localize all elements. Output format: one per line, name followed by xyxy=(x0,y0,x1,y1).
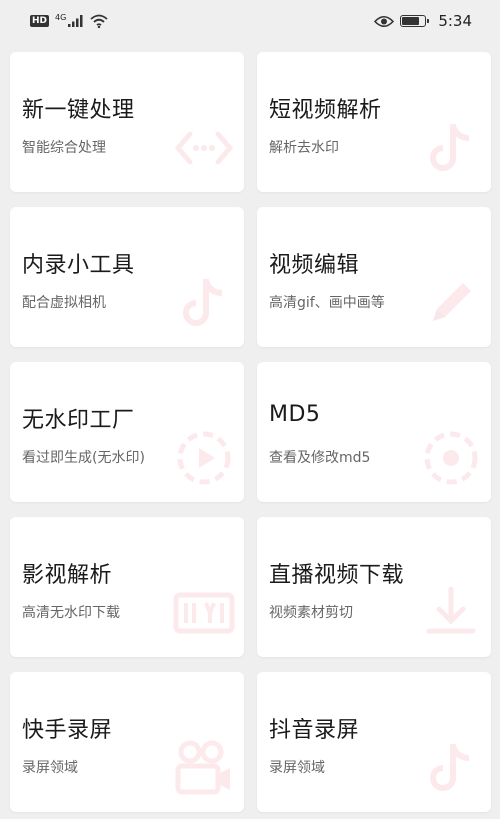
card-film-parse[interactable]: 影视解析 高清无水印下载 xyxy=(10,517,244,657)
card-subtitle: 解析去水印 xyxy=(269,140,339,156)
card-title: 无水印工厂 xyxy=(22,408,135,433)
status-bar: HD 4G 5:34 xyxy=(0,0,500,42)
tool-grid: 新一键处理 智能综合处理 短视频解析 解析去水印 内录小工具 配合虚拟相机 视频… xyxy=(10,52,491,812)
card-one-key-process[interactable]: 新一键处理 智能综合处理 xyxy=(10,52,244,192)
card-title: 影视解析 xyxy=(22,563,113,588)
target-icon xyxy=(419,426,483,490)
card-title: 短视频解析 xyxy=(269,98,382,123)
card-internal-record-tool[interactable]: 内录小工具 配合虚拟相机 xyxy=(10,207,244,347)
video-camera-icon xyxy=(172,736,236,800)
card-subtitle: 看过即生成(无水印) xyxy=(22,450,145,466)
card-title: 新一键处理 xyxy=(22,98,135,123)
card-douyin-record[interactable]: 抖音录屏 录屏领域 xyxy=(257,672,491,812)
tiktok-icon xyxy=(419,736,483,800)
card-md5[interactable]: MD5 查看及修改md5 xyxy=(257,362,491,502)
card-subtitle: 录屏领域 xyxy=(269,760,325,776)
tiktok-icon xyxy=(172,271,236,335)
card-title: 快手录屏 xyxy=(22,718,113,743)
card-video-edit[interactable]: 视频编辑 高清gif、画中画等 xyxy=(257,207,491,347)
card-title: MD5 xyxy=(269,402,321,427)
card-subtitle: 查看及修改md5 xyxy=(269,450,371,466)
hd-badge: HD xyxy=(30,15,50,27)
card-live-video-download[interactable]: 直播视频下载 视频素材剪切 xyxy=(257,517,491,657)
status-left: HD 4G xyxy=(30,12,108,28)
card-subtitle: 视频素材剪切 xyxy=(269,605,353,621)
card-kuaishou-record[interactable]: 快手录屏 录屏领域 xyxy=(10,672,244,812)
battery-icon xyxy=(400,15,430,27)
status-right: 5:34 xyxy=(374,12,472,30)
card-no-watermark-factory[interactable]: 无水印工厂 看过即生成(无水印) xyxy=(10,362,244,502)
play-circle-icon xyxy=(172,426,236,490)
network-type: 4G xyxy=(55,12,67,22)
signal-icon xyxy=(68,15,83,27)
card-title: 内录小工具 xyxy=(22,253,135,278)
wifi-icon xyxy=(90,14,108,28)
clock: 5:34 xyxy=(438,12,472,30)
card-subtitle: 录屏领域 xyxy=(22,760,78,776)
iqiyi-icon xyxy=(172,581,236,645)
card-short-video-parse[interactable]: 短视频解析 解析去水印 xyxy=(257,52,491,192)
card-subtitle: 配合虚拟相机 xyxy=(22,295,106,311)
code-icon xyxy=(172,116,236,180)
pencil-icon xyxy=(419,271,483,335)
card-title: 抖音录屏 xyxy=(269,718,360,743)
card-subtitle: 高清gif、画中画等 xyxy=(269,295,385,311)
eye-icon xyxy=(374,15,395,27)
download-icon xyxy=(419,581,483,645)
card-subtitle: 高清无水印下载 xyxy=(22,605,120,621)
card-title: 直播视频下载 xyxy=(269,563,405,588)
tiktok-icon xyxy=(419,116,483,180)
card-title: 视频编辑 xyxy=(269,253,360,278)
card-subtitle: 智能综合处理 xyxy=(22,140,106,156)
